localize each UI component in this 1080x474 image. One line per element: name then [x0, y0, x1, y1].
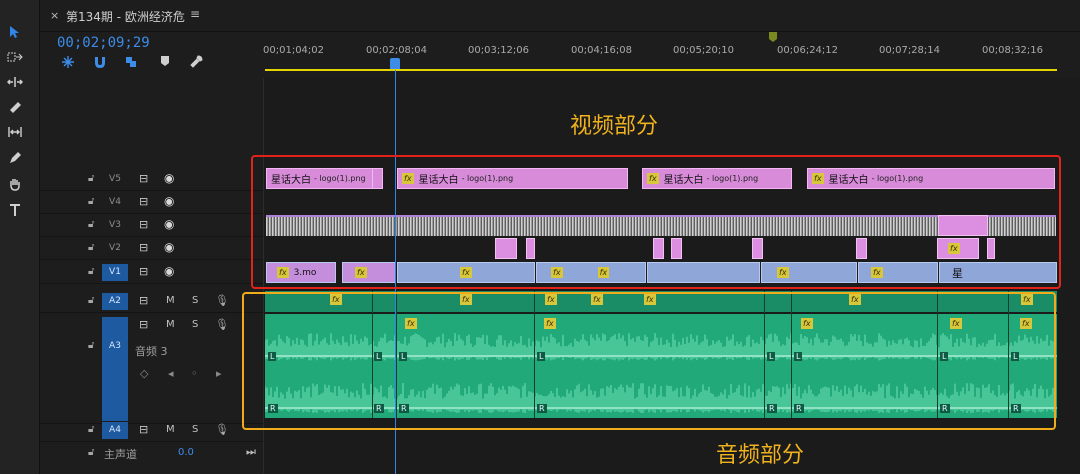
go-to-end-icon[interactable]: ⏭︎: [246, 445, 256, 459]
ruler-tick: 00;05;20;10: [673, 45, 735, 56]
sync-lock-icon[interactable]: ⊟: [139, 241, 148, 254]
sync-lock-icon[interactable]: ⊟: [139, 423, 148, 436]
track-target-a4[interactable]: A4: [102, 422, 128, 439]
microphone-icon[interactable]: 🎙︎: [215, 318, 229, 331]
wrench-icon[interactable]: [189, 55, 203, 72]
lock-icon[interactable]: 🔓︎: [88, 295, 94, 306]
ruler-tick: 00;03;12;06: [468, 45, 530, 56]
sequence-tab[interactable]: × 第134期 - 欧洲经济危 ≡: [40, 0, 1080, 32]
lock-icon[interactable]: 🔓︎: [88, 196, 94, 207]
sync-lock-icon[interactable]: ⊟: [139, 294, 148, 307]
track-header-a4: 🔓︎ A4 ⊟ M S 🎙︎: [40, 419, 263, 442]
hand-icon[interactable]: [4, 174, 26, 194]
video-section-highlight: [251, 155, 1061, 289]
pen-icon[interactable]: [4, 148, 26, 168]
keyframe-toggle-icon[interactable]: ◇: [140, 367, 148, 380]
close-icon[interactable]: ×: [50, 9, 59, 22]
eye-icon[interactable]: ◉: [164, 264, 174, 278]
sequence-marker[interactable]: [769, 32, 777, 42]
tools-panel: [0, 0, 40, 474]
ruler-tick: 00;02;08;04: [366, 45, 428, 56]
sync-lock-icon[interactable]: ⊟: [139, 318, 148, 331]
time-ruler[interactable]: 00;01;04;02 00;02;08;04 00;03;12;06 00;0…: [263, 32, 1080, 78]
panel-menu-icon[interactable]: ≡: [190, 7, 200, 21]
selection-icon[interactable]: [4, 22, 26, 42]
track-header-a3: 🔓︎ A3 ⊟ M S 🎙︎: [40, 314, 263, 424]
lock-icon[interactable]: 🔓︎: [88, 266, 94, 277]
type-icon[interactable]: [4, 200, 26, 220]
solo-button[interactable]: S: [192, 319, 198, 330]
track-header-v3: 🔓︎ V3 ⊟ ◉: [40, 214, 263, 237]
eye-icon[interactable]: ◉: [164, 171, 174, 185]
eye-icon[interactable]: ◉: [164, 194, 174, 208]
lock-icon[interactable]: 🔓︎: [88, 447, 94, 458]
lock-icon[interactable]: 🔓︎: [88, 242, 94, 253]
track-target-a3[interactable]: A3: [102, 317, 128, 421]
add-marker-icon[interactable]: [160, 55, 170, 70]
lock-icon[interactable]: 🔓︎: [88, 219, 94, 230]
eye-icon[interactable]: ◉: [164, 217, 174, 231]
ripple-edit-icon[interactable]: [4, 72, 26, 92]
sync-lock-icon[interactable]: ⊟: [139, 218, 148, 231]
ruler-tick: 00;01;04;02: [263, 45, 325, 56]
track-header-master: 🔓︎: [40, 442, 263, 465]
track-target-a2[interactable]: A2: [102, 293, 128, 310]
slip-icon[interactable]: [4, 122, 26, 142]
next-keyframe-icon[interactable]: ▸: [216, 367, 222, 380]
microphone-icon[interactable]: 🎙︎: [215, 294, 229, 307]
track-target-v3[interactable]: V3: [102, 217, 128, 234]
nest-icon[interactable]: [61, 55, 75, 72]
playhead-timecode[interactable]: 00;02;09;29: [57, 35, 150, 51]
master-volume-value[interactable]: 0.0: [178, 447, 194, 458]
add-keyframe-icon[interactable]: ◦: [191, 367, 198, 380]
track-header-v5: 🔓︎ V5 ⊟ ◉: [40, 168, 263, 191]
track-target-v4[interactable]: V4: [102, 194, 128, 211]
microphone-icon[interactable]: 🎙︎: [215, 423, 229, 436]
track-header-v1: 🔓︎ V1 ⊟ ◉: [40, 261, 263, 284]
razor-icon[interactable]: [4, 97, 26, 117]
track-headers: 🔓︎ V5 ⊟ ◉ 🔓︎ V4 ⊟ ◉ 🔓︎ V3 ⊟ ◉ 🔓︎ V2 ⊟ ◉ …: [40, 78, 263, 474]
master-track-label: 主声道: [104, 448, 137, 461]
sync-lock-icon[interactable]: ⊟: [139, 195, 148, 208]
linked-selection-icon[interactable]: [124, 55, 138, 72]
track-name-a3[interactable]: 音频 3: [135, 343, 168, 359]
track-header-v4: 🔓︎ V4 ⊟ ◉: [40, 191, 263, 214]
track-header-a2: 🔓︎ A2 ⊟ M S 🎙︎: [40, 290, 263, 313]
mute-button[interactable]: M: [166, 319, 175, 330]
lock-icon[interactable]: 🔓︎: [88, 424, 94, 435]
track-target-v1[interactable]: V1: [102, 264, 128, 281]
sync-lock-icon[interactable]: ⊟: [139, 172, 148, 185]
snap-icon[interactable]: [93, 55, 107, 72]
ruler-tick: 00;04;16;08: [571, 45, 633, 56]
lock-icon[interactable]: 🔓︎: [88, 173, 94, 184]
sync-lock-icon[interactable]: ⊟: [139, 265, 148, 278]
work-area-bar[interactable]: [265, 69, 1057, 71]
track-target-v5[interactable]: V5: [102, 171, 128, 188]
audio-section-highlight: [242, 292, 1056, 430]
mute-button[interactable]: M: [166, 424, 175, 435]
video-section-label: 视频部分: [570, 114, 659, 139]
ruler-tick: 00;06;24;12: [777, 45, 839, 56]
sequence-title[interactable]: 第134期 - 欧洲经济危: [66, 8, 185, 25]
ruler-tick: 00;08;32;16: [982, 45, 1044, 56]
solo-button[interactable]: S: [192, 295, 198, 306]
solo-button[interactable]: S: [192, 424, 198, 435]
track-target-v2[interactable]: V2: [102, 240, 128, 257]
ruler-tick: 00;07;28;14: [879, 45, 941, 56]
track-select-icon[interactable]: [4, 47, 26, 67]
lock-icon[interactable]: 🔓︎: [88, 340, 94, 351]
previous-keyframe-icon[interactable]: ◂: [168, 367, 174, 380]
audio-section-label: 音频部分: [716, 443, 805, 468]
mute-button[interactable]: M: [166, 295, 175, 306]
eye-icon[interactable]: ◉: [164, 240, 174, 254]
track-header-v2: 🔓︎ V2 ⊟ ◉: [40, 237, 263, 260]
